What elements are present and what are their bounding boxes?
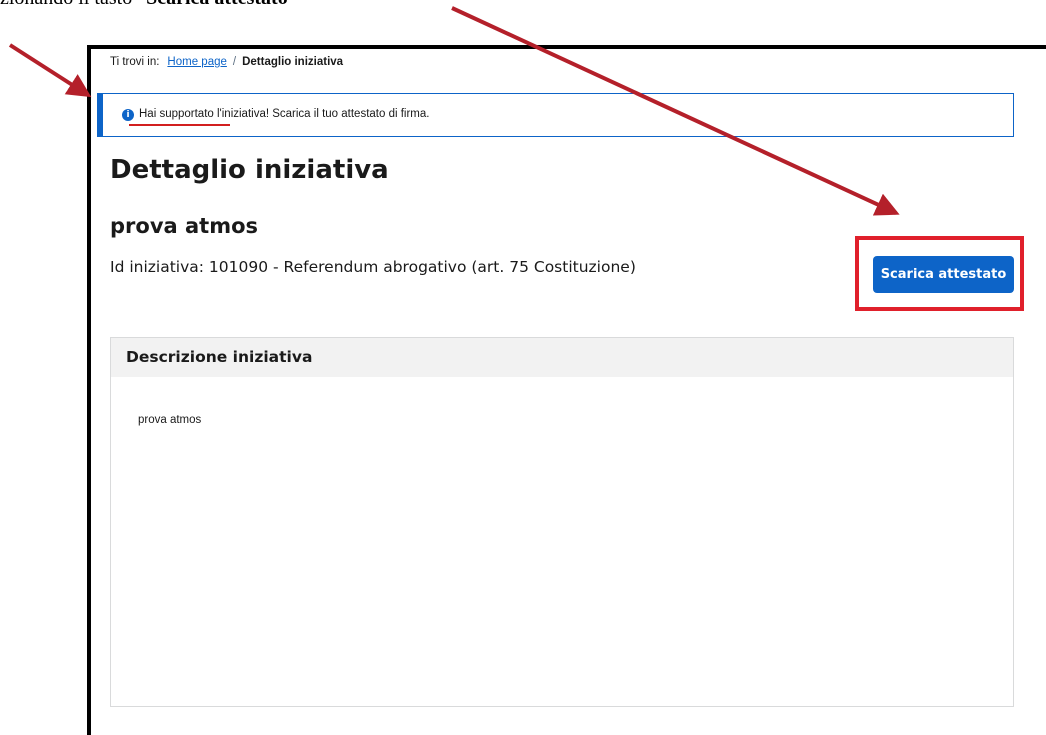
caption-bold: Scarica attestato	[146, 0, 288, 9]
breadcrumb-separator: /	[232, 56, 237, 68]
description-card-body: prova atmos	[138, 414, 202, 426]
description-card-header: Descrizione iniziativa	[111, 338, 1013, 377]
caption-suffix: ”	[288, 0, 297, 9]
caption-prefix: zionando il tasto “	[0, 0, 146, 9]
document-caption: zionando il tasto “Scarica attestato”	[0, 0, 297, 10]
description-card: Descrizione iniziativa prova atmos	[110, 337, 1014, 707]
annotation-arrow-to-alert	[8, 43, 92, 98]
page-title: Dettaglio iniziativa	[110, 155, 389, 185]
download-certificate-button[interactable]: Scarica attestato	[873, 256, 1014, 293]
annotation-underline	[129, 124, 230, 126]
description-card-title: Descrizione iniziativa	[126, 348, 313, 366]
info-icon: i	[122, 109, 134, 121]
breadcrumb-home-link[interactable]: Home page	[167, 56, 226, 68]
breadcrumb-prefix: Ti trovi in:	[110, 56, 160, 68]
initiative-name: prova atmos	[110, 214, 259, 238]
breadcrumb-current: Dettaglio iniziativa	[242, 56, 344, 68]
initiative-id: Id iniziativa: 101090 - Referendum abrog…	[110, 258, 636, 276]
alert-text: Hai supportato l'iniziativa! Scarica il …	[139, 108, 430, 120]
breadcrumb: Ti trovi in: Home page / Dettaglio iniziati…	[110, 56, 343, 68]
